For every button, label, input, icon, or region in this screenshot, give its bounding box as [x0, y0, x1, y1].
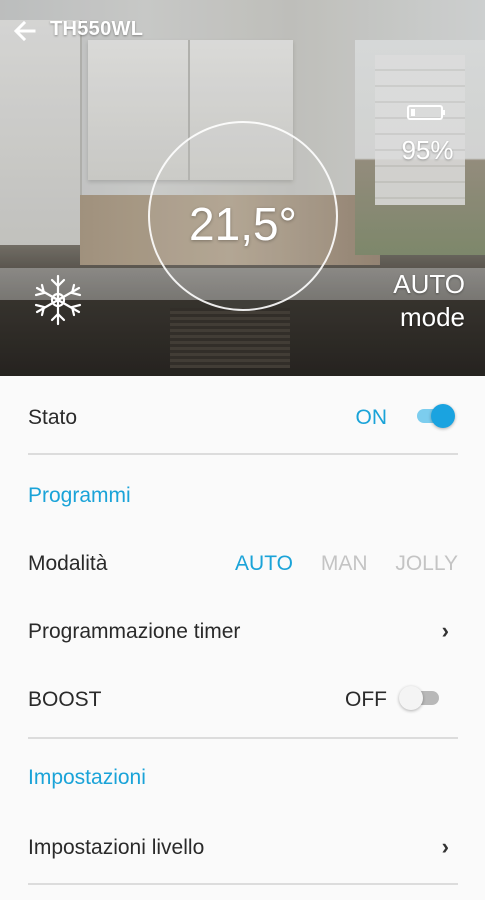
temperature-value: 21,5° [189, 198, 297, 250]
arrow-left-icon [13, 20, 36, 42]
snowflake-icon [34, 274, 82, 326]
boost-value: OFF [345, 688, 387, 711]
stato-value: ON [355, 406, 388, 429]
boost-label: BOOST [28, 688, 102, 711]
row-impostazioni-livello[interactable]: Impostazioni livello › [0, 816, 485, 876]
temperature-dial[interactable]: 21,5° [148, 121, 338, 311]
impostazioni-livello-label: Impostazioni livello [28, 836, 205, 859]
settings-list: Stato ON Programmi Modalità AUTO MAN JOL… [0, 376, 485, 900]
divider [28, 453, 458, 455]
back-button[interactable] [8, 14, 42, 48]
row-programmazione-timer[interactable]: Programmazione timer › [0, 600, 485, 660]
row-stato[interactable]: Stato ON [0, 386, 485, 446]
stato-label: Stato [28, 406, 78, 429]
page-title: TH550WL [50, 18, 144, 40]
mode-option-man[interactable]: MAN [321, 552, 368, 575]
section-impostazioni: Impostazioni [28, 766, 146, 789]
mode-option-auto[interactable]: AUTO [235, 552, 293, 575]
row-modalita: Modalità AUTO MAN JOLLY [0, 532, 485, 592]
mode-label-suffix: mode [399, 302, 465, 332]
mode-option-jolly[interactable]: JOLLY [395, 552, 458, 575]
modalita-label: Modalità [28, 552, 108, 575]
divider [28, 883, 458, 885]
programmazione-timer-label: Programmazione timer [28, 620, 241, 643]
stato-toggle[interactable] [409, 404, 455, 428]
chevron-right-icon: › [441, 834, 449, 859]
section-programmi: Programmi [28, 484, 131, 507]
battery-icon [407, 105, 445, 120]
chevron-right-icon: › [441, 618, 449, 643]
battery-percent: 95% [401, 135, 454, 165]
boost-toggle[interactable] [399, 686, 445, 710]
app-bar: TH550WL [0, 0, 485, 60]
row-boost: BOOST OFF [0, 668, 485, 728]
status-hero: TH550WL 21,5° 95% AUTO mode [0, 0, 485, 376]
divider [28, 737, 458, 739]
mode-label: AUTO [393, 269, 465, 299]
mode-selector: AUTO MAN JOLLY [213, 552, 458, 576]
